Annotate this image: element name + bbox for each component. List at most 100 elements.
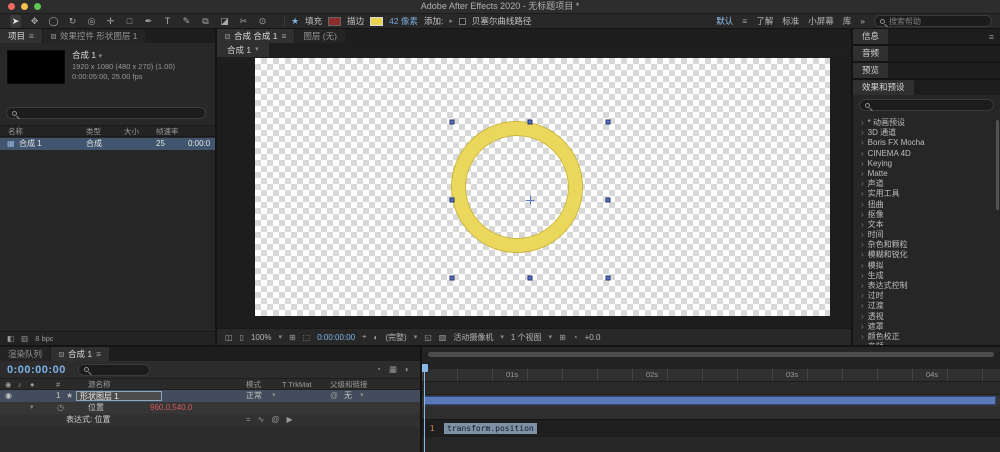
eraser-tool-button[interactable]: ◪ [219,15,230,28]
zoom-tool-button[interactable]: ◯ [48,15,59,28]
pan-behind-tool-button[interactable]: ✛ [105,15,116,28]
blend-mode-select[interactable]: 正常 [246,390,262,402]
always-preview-icon[interactable]: ◫ [225,333,233,342]
position-property-label[interactable]: 位置 [88,402,104,414]
puppet-tool-button[interactable]: ⊙ [257,15,268,28]
chevron-down-icon[interactable]: ▾ [98,53,102,60]
effects-search-input[interactable] [859,99,994,111]
region-of-interest-icon[interactable]: ◱ [424,333,432,342]
expression-graph-icon[interactable]: ∿ [258,414,265,426]
expression-enable-icon[interactable]: = [246,414,251,426]
mask-visibility-icon[interactable]: ⬚ [303,333,311,342]
pixel-aspect-icon[interactable]: ⊞ [559,333,566,342]
selection-handle[interactable] [605,197,611,203]
selection-handle[interactable] [449,119,455,125]
tab-render-queue[interactable]: 渲染队列 [0,347,51,361]
selection-handle[interactable] [605,275,611,281]
layer-row[interactable]: ◉ 1 ★ 形状图层 1 正常 ▾ @ 无 ▾ [0,390,420,402]
hand-tool-button[interactable]: ✥ [29,15,40,28]
workspace-menu-icon[interactable]: ≡ [742,16,747,26]
composition-name[interactable]: 合成 1 [72,50,96,60]
type-tool-button[interactable]: T [162,15,173,28]
expression-language-menu-icon[interactable]: ▶ [287,414,293,426]
scrollbar[interactable] [996,120,999,210]
effects-category[interactable]: 模糊和锐化 [853,250,1000,260]
effects-category[interactable]: 遮罩 [853,322,1000,332]
current-time-display[interactable]: 0:00:00:00 [7,364,66,376]
snapshot-icon[interactable]: ⌖ [362,332,367,342]
timeline-search-input[interactable] [77,363,150,376]
project-search-input[interactable] [6,107,206,119]
motion-blur-icon[interactable]: ◐ [405,364,410,375]
new-folder-icon[interactable]: ▥ [21,334,28,343]
tab-layer[interactable]: 图层 (无) [295,29,345,43]
pen-tool-button[interactable]: ✒ [143,15,154,28]
column-size[interactable]: 大小 [124,126,139,138]
workspace-standard[interactable]: 标准 [782,15,799,27]
show-channels-icon[interactable]: ◐ [374,333,379,342]
panel-menu-icon[interactable]: ≡ [989,32,994,42]
fullscreen-window-button[interactable] [34,3,41,10]
bezier-path-label[interactable]: 贝塞尔曲线路径 [472,15,532,27]
tab-timeline-comp1[interactable]: 合成 1 ≡ [51,347,110,361]
add-flyout-icon[interactable]: ▸ [449,17,453,25]
effects-category[interactable]: 音频 [853,342,1000,345]
bezier-path-checkbox[interactable] [458,17,466,25]
effects-category[interactable]: CINEMA 4D [853,149,1000,159]
draft-3d-icon[interactable]: ▦ [389,364,397,375]
selection-handle[interactable] [605,119,611,125]
position-value[interactable]: 960.0,540.0 [150,402,192,414]
effects-category[interactable]: * 动画预设 [853,118,1000,128]
position-property-row[interactable]: ▾ ◷ 位置 960.0,540.0 [0,402,420,414]
main-preview-icon[interactable]: ▯ [240,333,244,342]
parent-pickwhip-icon[interactable]: @ [330,390,338,402]
parent-select[interactable]: 无 [344,390,352,402]
workspace-default[interactable]: 默认 [716,15,733,27]
mini-flowchart-icon[interactable]: ◔ [376,364,381,375]
view-layout-select[interactable]: 1 个视图 [511,332,542,343]
magnification-select[interactable]: 100% [251,333,271,342]
composition-canvas[interactable] [255,58,830,316]
effects-category[interactable]: 生成 [853,271,1000,281]
layer-duration-bar[interactable] [424,396,996,405]
expression-pickwhip-icon[interactable]: @ [271,414,279,426]
layer-name-field[interactable]: 形状图层 1 [76,391,162,401]
expression-editor[interactable]: 1 transform.position [422,419,1000,437]
camera-tool-button[interactable]: ◎ [86,15,97,28]
tab-effects-presets[interactable]: 效果和预设 [853,80,914,95]
workspace-learn[interactable]: 了解 [756,15,773,27]
twirl-icon[interactable]: ▾ [30,402,34,414]
effects-category[interactable]: 表达式控制 [853,281,1000,291]
effects-category[interactable]: 抠像 [853,210,1000,220]
brush-tool-button[interactable]: ✎ [181,15,192,28]
panel-menu-icon[interactable]: ≡ [96,347,101,361]
grid-guides-icon[interactable]: ⊞ [289,333,296,342]
tab-preview[interactable]: 预览 [853,63,889,78]
effects-category[interactable]: 过渡 [853,301,1000,311]
effects-category[interactable]: 过时 [853,291,1000,301]
tab-project[interactable]: 项目 ≡ [0,29,42,43]
effects-category[interactable]: 颜色校正 [853,332,1000,342]
effects-category[interactable]: 声道 [853,179,1000,189]
shape-tool-button[interactable]: □ [124,15,135,28]
effects-category[interactable]: 3D 通道 [853,128,1000,138]
effects-category[interactable]: 透视 [853,312,1000,322]
resolution-select[interactable]: (完整) [385,332,406,343]
current-time-indicator[interactable] [422,364,428,452]
viewer-tab-comp1[interactable]: 合成 1 ▾ [217,43,269,57]
help-search-input[interactable]: 搜索帮助 [874,15,992,27]
workspace-libraries[interactable]: 库 [843,15,852,27]
effects-category[interactable]: 时间 [853,230,1000,240]
tab-info[interactable]: 信息 [853,29,889,44]
effects-category[interactable]: Matte [853,169,1000,179]
workspace-small-screen[interactable]: 小屏幕 [808,15,834,27]
interpret-footage-icon[interactable]: ◧ [7,334,14,343]
close-window-button[interactable] [8,3,15,10]
minimize-window-button[interactable] [21,3,28,10]
tab-effect-controls[interactable]: 效果控件 形状图层 1 [42,29,146,43]
workspace-overflow-button[interactable]: » [860,16,865,26]
column-framerate[interactable]: 帧速率 [156,126,179,138]
effects-category[interactable]: 实用工具 [853,189,1000,199]
anchor-point[interactable] [526,196,535,205]
fast-previews-icon[interactable]: ◔ [573,333,578,342]
